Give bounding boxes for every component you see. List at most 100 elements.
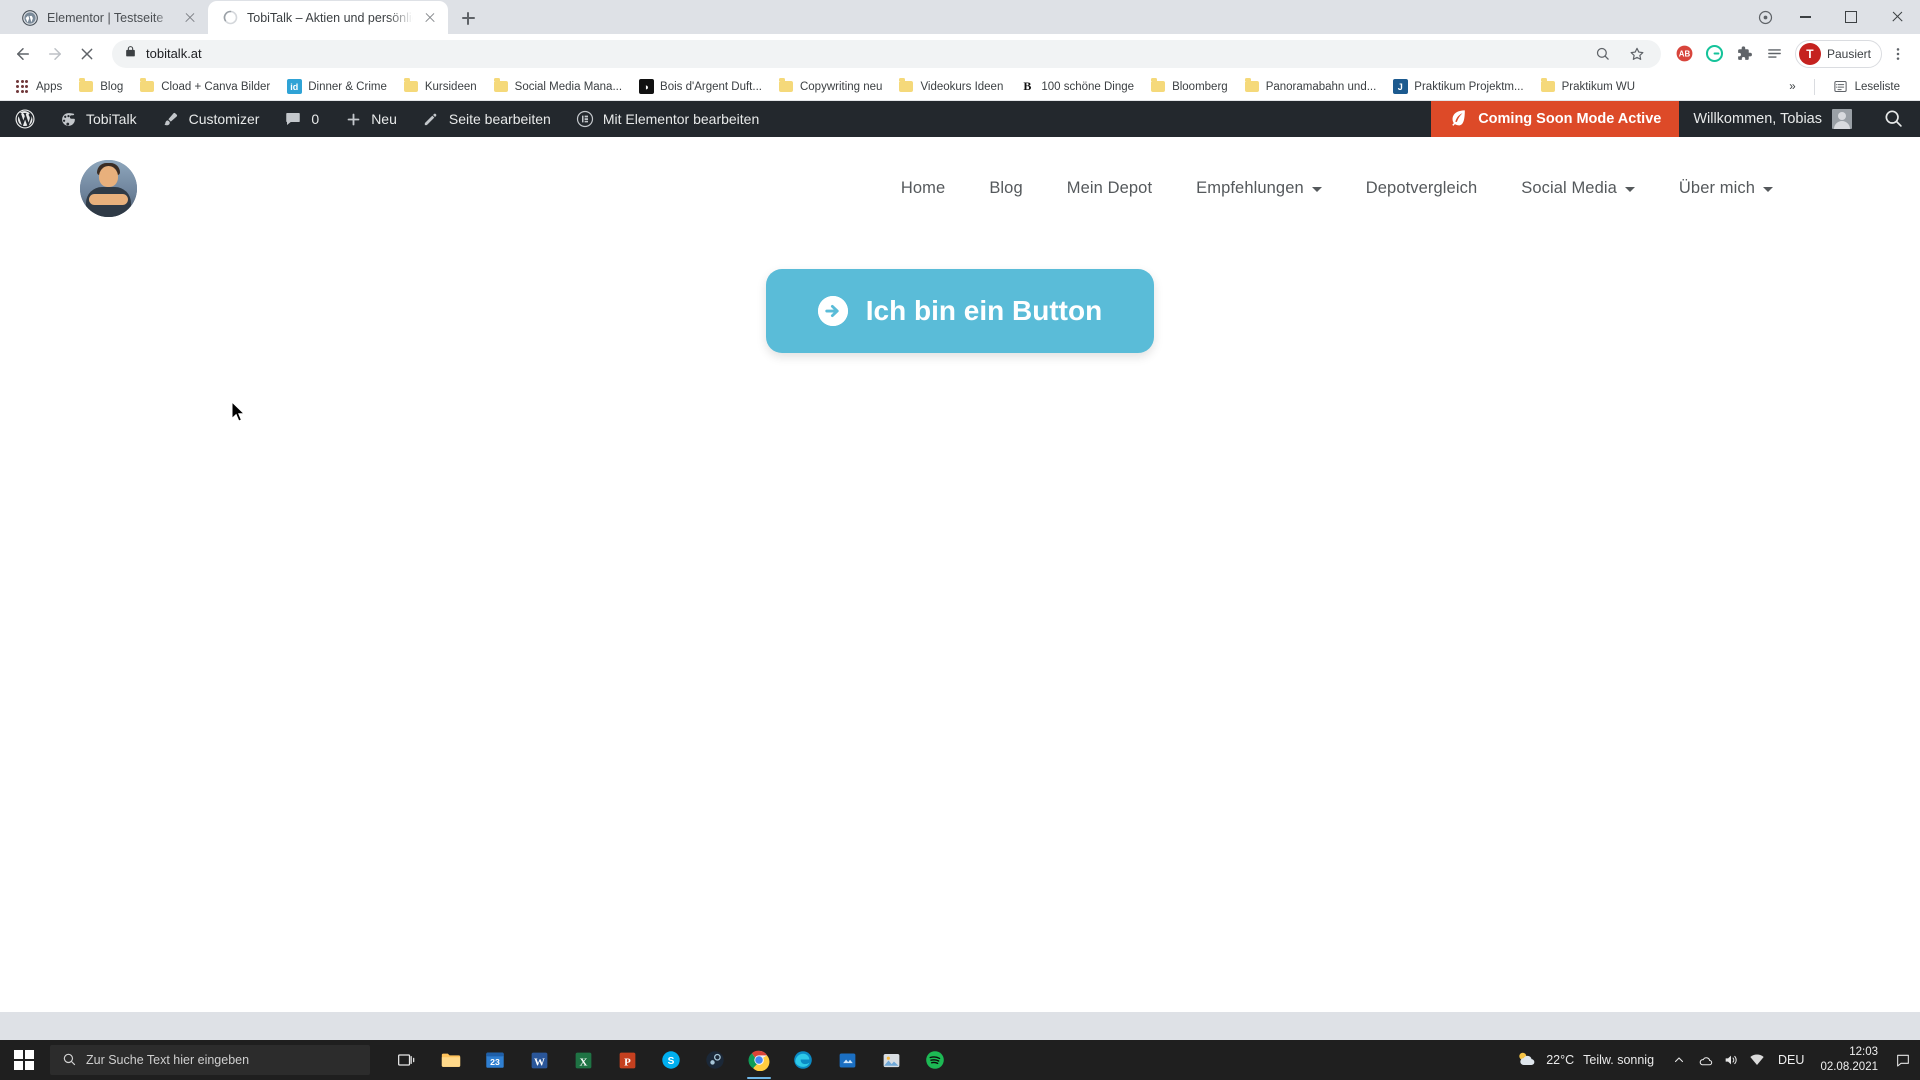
nav-item-ueber-mich[interactable]: Über mich (1657, 179, 1795, 198)
folder-icon (898, 78, 914, 95)
close-icon[interactable] (182, 10, 198, 26)
mouse-cursor (231, 400, 246, 428)
file-explorer-icon[interactable] (430, 1040, 472, 1080)
bookmark-label: Panoramabahn und... (1265, 80, 1377, 93)
windows-start-icon[interactable] (0, 1040, 48, 1080)
app-icon[interactable] (826, 1040, 868, 1080)
skype-icon[interactable]: S (650, 1040, 692, 1080)
calendar-icon[interactable]: 23 (474, 1040, 516, 1080)
nav-item-blog[interactable]: Blog (967, 179, 1044, 198)
bookmark-blog[interactable]: Blog (70, 76, 131, 98)
taskbar-weather[interactable]: 22°C Teilw. sonnig (1503, 1048, 1666, 1073)
wordpress-icon (22, 9, 38, 26)
bookmark-videokurs-ideen[interactable]: Videokurs Ideen (890, 76, 1011, 98)
bookmarks-overflow-button[interactable]: » (1781, 78, 1803, 96)
site-logo-avatar[interactable] (80, 159, 137, 217)
bookmark-praktikum-wu[interactable]: Praktikum WU (1532, 76, 1643, 98)
site-dashboard-icon (58, 109, 78, 129)
chrome-icon[interactable] (738, 1040, 780, 1080)
loading-spinner-icon (222, 10, 238, 26)
admin-bar-item-comments[interactable]: 0 (271, 101, 331, 137)
onedrive-icon[interactable] (1692, 1040, 1718, 1080)
minimize-button[interactable] (1782, 1, 1828, 33)
steam-icon[interactable] (694, 1040, 736, 1080)
speaker-icon[interactable] (1718, 1040, 1744, 1080)
maximize-button[interactable] (1828, 1, 1874, 33)
nav-item-home[interactable]: Home (879, 179, 967, 198)
excel-icon[interactable]: X (562, 1040, 604, 1080)
spotify-icon[interactable] (914, 1040, 956, 1080)
bookmark-praktikum-projektm[interactable]: J Praktikum Projektm... (1384, 76, 1531, 98)
browser-toolbar: tobitalk.at AB T Pausiert (0, 34, 1920, 73)
puzzle-extension-icon[interactable] (1731, 40, 1759, 68)
browser-tab-elementor[interactable]: Elementor | Testseite (8, 1, 208, 34)
edge-icon[interactable] (782, 1040, 824, 1080)
notification-icon[interactable] (1890, 1040, 1916, 1080)
folder-icon (1540, 78, 1556, 95)
reading-list-icon (1833, 79, 1849, 95)
three-dot-menu-icon[interactable] (1884, 40, 1912, 68)
divider (1813, 78, 1815, 95)
grammarly-icon[interactable] (1701, 40, 1729, 68)
stop-loading-icon[interactable] (72, 39, 102, 69)
word-icon[interactable]: W (518, 1040, 560, 1080)
star-icon[interactable] (1623, 40, 1651, 68)
button-label: Ich bin ein Button (865, 295, 1103, 326)
bookmark-cload-canva-bilder[interactable]: Cload + Canva Bilder (131, 76, 278, 98)
bookmark-100-schoene-dinge[interactable]: B 100 schöne Dinge (1011, 76, 1142, 98)
admin-bar-item-new[interactable]: Neu (331, 101, 409, 137)
admin-bar-label: TobiTalk (86, 111, 137, 127)
new-tab-button[interactable] (454, 4, 482, 32)
task-view-icon[interactable] (386, 1040, 428, 1080)
bookmark-label: Dinner & Crime (308, 80, 387, 93)
close-icon[interactable] (422, 10, 438, 26)
forward-arrow-icon[interactable] (40, 39, 70, 69)
close-window-button[interactable] (1874, 1, 1920, 33)
network-icon[interactable] (1744, 1040, 1770, 1080)
keyboard-language[interactable]: DEU (1770, 1053, 1812, 1067)
bookmark-social-media-mana[interactable]: Social Media Mana... (485, 76, 630, 98)
list-icon[interactable] (1761, 40, 1789, 68)
bookmark-apps[interactable]: Apps (6, 76, 70, 98)
admin-bar-item-site[interactable]: TobiTalk (46, 101, 149, 137)
admin-bar-label: Mit Elementor bearbeiten (602, 111, 760, 127)
bookmark-kursideen[interactable]: Kursideen (395, 76, 485, 98)
extension-indicator-icon[interactable] (1748, 1, 1782, 33)
nav-item-empfehlungen[interactable]: Empfehlungen (1174, 179, 1344, 198)
wordpress-logo-icon[interactable] (0, 101, 46, 137)
admin-bar-label: Customizer (188, 111, 260, 127)
address-bar[interactable]: tobitalk.at (112, 39, 1661, 68)
svg-text:AB: AB (1679, 50, 1691, 59)
zoom-search-icon[interactable] (1589, 40, 1617, 68)
elementor-cta-button[interactable]: Ich bin ein Button (765, 269, 1155, 353)
admin-bar-search-button[interactable] (1866, 101, 1920, 137)
admin-bar-welcome[interactable]: Willkommen, Tobias (1679, 101, 1866, 137)
photos-icon[interactable] (870, 1040, 912, 1080)
taskbar-search-input[interactable]: Zur Suche Text hier eingeben (50, 1045, 370, 1075)
nav-item-depotvergleich[interactable]: Depotvergleich (1344, 179, 1499, 198)
bookmark-panoramabahn[interactable]: Panoramabahn und... (1236, 76, 1385, 98)
nav-item-social-media[interactable]: Social Media (1499, 179, 1657, 198)
bookmark-bloomberg[interactable]: Bloomberg (1142, 76, 1236, 98)
bookmark-bois-dargent[interactable]: ◑ Bois d'Argent Duft... (630, 76, 770, 98)
bookmark-dinner-crime[interactable]: id Dinner & Crime (278, 76, 395, 98)
admin-bar-item-customizer[interactable]: Customizer (149, 101, 272, 137)
browser-tab-tobitalk[interactable]: TobiTalk – Aktien und persönliche (208, 1, 448, 34)
nav-item-mein-depot[interactable]: Mein Depot (1045, 179, 1174, 198)
reading-list-button[interactable]: Leseliste (1825, 76, 1908, 98)
admin-bar-item-edit-elementor[interactable]: Mit Elementor bearbeiten (563, 101, 771, 137)
admin-bar-item-edit-page[interactable]: Seite bearbeiten (409, 101, 563, 137)
taskbar-clock[interactable]: 12:03 02.08.2021 (1812, 1045, 1890, 1075)
bookmark-copywriting-neu[interactable]: Copywriting neu (770, 76, 890, 98)
adblock-icon[interactable]: AB (1671, 40, 1699, 68)
weather-temp: 22°C (1546, 1053, 1575, 1067)
bookmarks-bar: Apps Blog Cload + Canva Bilder id Dinner… (0, 73, 1920, 101)
svg-text:S: S (668, 1056, 675, 1067)
powerpoint-icon[interactable]: P (606, 1040, 648, 1080)
coming-soon-badge[interactable]: Coming Soon Mode Active (1431, 101, 1680, 137)
folder-icon (139, 78, 155, 95)
back-arrow-icon[interactable] (8, 39, 38, 69)
chevron-up-icon[interactable] (1666, 1040, 1692, 1080)
profile-button[interactable]: T Pausiert (1794, 39, 1882, 68)
paintbrush-icon (161, 109, 181, 129)
